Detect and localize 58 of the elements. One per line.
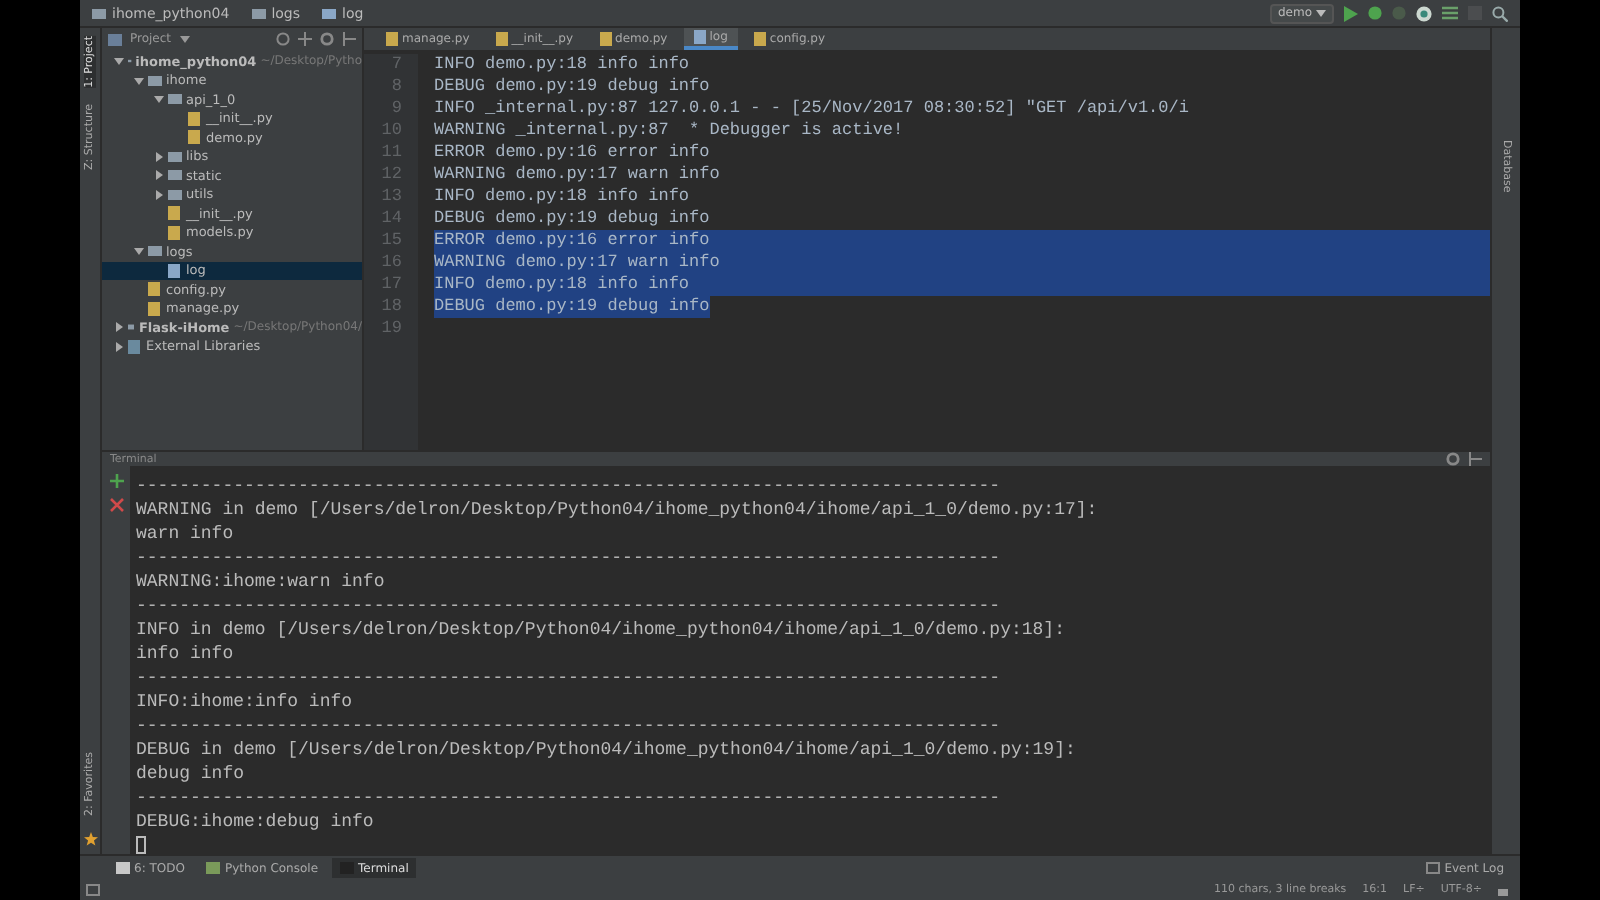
target-icon[interactable] [276, 32, 290, 46]
star-icon[interactable] [83, 832, 97, 846]
collapse-icon[interactable] [298, 32, 312, 46]
close-icon[interactable] [109, 498, 123, 512]
code-line: WARNING demo.py:17 warn info [434, 164, 720, 186]
layout-icon[interactable] [86, 884, 100, 896]
code-line: INFO demo.py:18 info info [434, 54, 690, 76]
gear-icon[interactable] [320, 32, 334, 46]
code-line: WARNING _internal.py:87 * Debugger is active! [434, 120, 904, 142]
terminal-line: debug info [136, 762, 247, 786]
terminal-line: warn info [136, 522, 236, 546]
gear-icon[interactable] [1446, 452, 1460, 466]
expanded-arrow-icon[interactable] [134, 246, 144, 257]
terminal-line: DEBUG in demo [/Users/delron/Desktop/Python04/ihome_python04/ihome/api_1_0/demo.py:19]: [136, 738, 1078, 762]
lock-icon[interactable] [1498, 884, 1508, 896]
code-line: WARNING demo.py:17 warn info [434, 252, 720, 274]
caret-icon[interactable] [179, 35, 190, 43]
terminal-line: -------------------------------------------------------------------------------- [136, 594, 1003, 618]
profile-icon[interactable] [1416, 5, 1432, 21]
console-icon [206, 862, 221, 874]
terminal-line: WARNING in demo [/Users/delron/Desktop/Python04/ihome_python04/ihome/api_1_0/demo.py:17]: [136, 498, 1098, 522]
todo-icon [116, 862, 130, 874]
log-icon [1426, 862, 1441, 874]
code-line: ERROR demo.py:16 error info [434, 230, 710, 252]
terminal-line: INFO:ihome:info info [136, 690, 355, 714]
hide-icon[interactable] [342, 32, 356, 46]
code-line: ERROR demo.py:16 error info [434, 142, 710, 164]
bug-icon[interactable] [1368, 6, 1382, 20]
terminal-line: info info [136, 642, 236, 666]
search-icon[interactable] [1492, 5, 1508, 21]
code-line: INFO _internal.py:87 127.0.0.1 - - [25/Nov/2017 08:30:52] "GET /api/v1.0/i [434, 98, 1189, 120]
file-icon [693, 30, 706, 44]
file-icon [322, 7, 337, 19]
terminal-line: -------------------------------------------------------------------------------- [136, 546, 1003, 570]
text-cursor [136, 836, 146, 854]
file-icon [386, 32, 398, 46]
caret-icon [1316, 9, 1326, 17]
project-icon [108, 33, 122, 45]
file-icon [599, 32, 612, 46]
terminal-line: -------------------------------------------------------------------------------- [136, 666, 1003, 690]
terminal-line: -------------------------------------------------------------------------------- [136, 714, 1003, 738]
code-line: DEBUG demo.py:19 debug info [434, 208, 710, 230]
terminal-line: -------------------------------------------------------------------------------- [136, 474, 1003, 498]
hide-icon[interactable] [1468, 452, 1482, 466]
terminal-line: DEBUG:ihome:debug info [136, 810, 376, 834]
file-icon [753, 32, 766, 46]
code-line: INFO demo.py:18 info info [434, 186, 690, 208]
terminal-line: WARNING:ihome:warn info [136, 570, 387, 594]
code-line: DEBUG demo.py:19 debug info [434, 296, 710, 318]
terminal-line: -------------------------------------------------------------------------------- [136, 786, 1003, 810]
run-icon[interactable] [1344, 5, 1358, 21]
add-icon[interactable] [109, 474, 123, 488]
file-icon [495, 32, 508, 46]
terminal-line: INFO in demo [/Users/delron/Desktop/Python04/ihome_python04/ihome/api_1_0/demo.py:18]: [136, 618, 1067, 642]
code-line: DEBUG demo.py:19 debug info [434, 76, 710, 98]
build-icon[interactable] [1442, 6, 1458, 20]
library-icon [128, 339, 142, 354]
code-line: INFO demo.py:18 info info [434, 274, 690, 296]
